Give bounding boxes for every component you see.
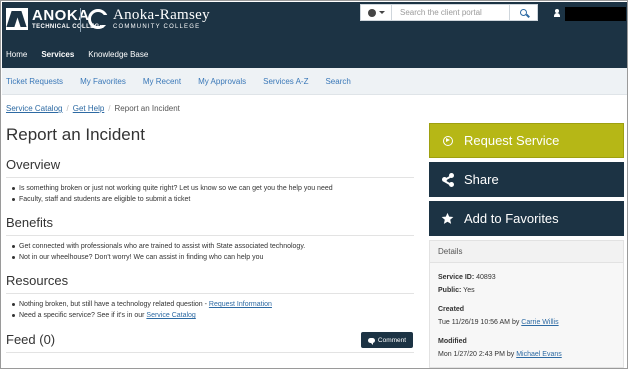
request-information-link[interactable]: Request Information bbox=[209, 301, 272, 308]
subnav-services-a-z[interactable]: Services A-Z bbox=[263, 77, 308, 86]
modified-date: Mon 1/27/20 2:43 PM by bbox=[438, 351, 517, 358]
service-id-label: Service ID: bbox=[438, 274, 475, 281]
breadcrumb: Service Catalog / Get Help / Report an I… bbox=[6, 104, 180, 113]
share-icon bbox=[442, 172, 454, 187]
resources-heading: Resources bbox=[6, 273, 69, 288]
benefits-heading: Benefits bbox=[6, 215, 53, 230]
page-title: Report an Incident bbox=[6, 125, 145, 144]
logo-divider bbox=[80, 8, 81, 32]
resource-text: Nothing broken, but still have a technol… bbox=[19, 301, 209, 308]
breadcrumb-separator: / bbox=[66, 104, 69, 113]
nav-knowledge-base[interactable]: Knowledge Base bbox=[88, 50, 148, 59]
list-item: Not in our wheelhouse? Don't worry! We c… bbox=[11, 252, 305, 263]
list-item: Need a specific service? See if it's in … bbox=[12, 310, 272, 321]
created-label-row: Created bbox=[438, 303, 615, 316]
search-input[interactable] bbox=[392, 5, 509, 20]
breadcrumb-separator: / bbox=[108, 104, 111, 113]
subnav-my-favorites[interactable]: My Favorites bbox=[80, 77, 126, 86]
created-label: Created bbox=[438, 306, 465, 313]
public-row: Public: Yes bbox=[438, 284, 615, 297]
service-id-value: 40893 bbox=[476, 274, 496, 281]
comment-label: Comment bbox=[377, 336, 407, 344]
arrow-circle-icon bbox=[443, 135, 453, 146]
page-frame: ANOKA TECHNICAL COLLEGE Anoka-Ramsey COM… bbox=[0, 0, 628, 369]
add-to-favorites-label: Add to Favorites bbox=[464, 211, 559, 226]
subnav-ticket-requests[interactable]: Ticket Requests bbox=[6, 77, 63, 86]
star-icon bbox=[441, 212, 454, 224]
created-row: Tue 11/26/19 10:56 AM by Carrie Willis bbox=[438, 316, 615, 329]
list-item: Is something broken or just not working … bbox=[12, 185, 333, 192]
logo-ar-name: Anoka-Ramsey bbox=[113, 7, 210, 23]
sub-nav: Ticket Requests My Favorites My Recent M… bbox=[2, 68, 627, 95]
add-to-favorites-button[interactable]: Add to Favorites bbox=[429, 201, 624, 236]
user-icon[interactable] bbox=[553, 9, 561, 17]
feed-heading: Feed (0) bbox=[6, 332, 56, 347]
subnav-search[interactable]: Search bbox=[325, 77, 350, 86]
public-value: Yes bbox=[463, 287, 475, 294]
comment-button[interactable]: Comment bbox=[361, 332, 413, 348]
benefits-divider bbox=[6, 235, 414, 236]
created-by-link[interactable]: Carrie Willis bbox=[521, 319, 558, 326]
list-item: Nothing broken, but still have a technol… bbox=[12, 299, 272, 310]
modified-by-link[interactable]: Michael Evans bbox=[516, 351, 562, 358]
breadcrumb-current: Report an Incident bbox=[114, 104, 180, 113]
details-panel: Details Service ID: 40893 Public: Yes Cr… bbox=[429, 240, 624, 368]
nav-services[interactable]: Services bbox=[41, 50, 74, 59]
request-service-button[interactable]: Request Service bbox=[429, 123, 624, 158]
user-name-redacted[interactable] bbox=[565, 7, 626, 21]
modified-label: Modified bbox=[438, 338, 467, 345]
public-label: Public: bbox=[438, 287, 462, 294]
main-nav: Home Services Knowledge Base bbox=[6, 50, 148, 59]
anoka-tech-mark-icon bbox=[6, 8, 28, 30]
modified-row: Mon 1/27/20 2:43 PM by Michael Evans bbox=[438, 348, 615, 361]
resources-list: Nothing broken, but still have a technol… bbox=[12, 299, 272, 321]
overview-divider bbox=[6, 177, 414, 178]
share-button[interactable]: Share bbox=[429, 162, 624, 197]
overview-list: Is something broken or just not working … bbox=[12, 183, 333, 205]
share-label: Share bbox=[464, 172, 499, 187]
anoka-ramsey-logo[interactable]: Anoka-Ramsey COMMUNITY COLLEGE bbox=[88, 8, 210, 30]
portal-search bbox=[360, 4, 538, 21]
subnav-my-recent[interactable]: My Recent bbox=[143, 77, 181, 86]
search-scope-dropdown[interactable] bbox=[361, 5, 392, 20]
benefits-list: Get connected with professionals who are… bbox=[11, 241, 306, 263]
service-id-row: Service ID: 40893 bbox=[438, 271, 615, 284]
breadcrumb-service-catalog[interactable]: Service Catalog bbox=[6, 104, 62, 113]
anoka-ramsey-mark-icon bbox=[88, 9, 108, 29]
overview-heading: Overview bbox=[6, 157, 61, 172]
request-service-label: Request Service bbox=[464, 133, 560, 148]
details-heading: Details bbox=[430, 241, 623, 263]
chevron-down-icon bbox=[378, 11, 385, 14]
list-item: Faculty, staff and students are eligible… bbox=[12, 194, 333, 205]
resource-text: Need a specific service? See if it's in … bbox=[19, 312, 147, 319]
list-item: Get connected with professionals who are… bbox=[11, 243, 306, 250]
search-icon bbox=[520, 9, 527, 16]
search-button[interactable] bbox=[509, 5, 537, 20]
created-date: Tue 11/26/19 10:56 AM by bbox=[438, 319, 522, 326]
breadcrumb-get-help[interactable]: Get Help bbox=[73, 104, 105, 113]
logo-ar-subtitle: COMMUNITY COLLEGE bbox=[113, 24, 201, 30]
resources-divider bbox=[6, 293, 414, 294]
feed-divider bbox=[6, 352, 414, 353]
top-banner: ANOKA TECHNICAL COLLEGE Anoka-Ramsey COM… bbox=[2, 2, 627, 68]
subnav-my-approvals[interactable]: My Approvals bbox=[198, 77, 246, 86]
globe-icon bbox=[367, 8, 376, 17]
nav-home[interactable]: Home bbox=[6, 50, 27, 59]
modified-label-row: Modified bbox=[438, 335, 615, 348]
service-catalog-link[interactable]: Service Catalog bbox=[146, 312, 195, 319]
comment-icon bbox=[367, 337, 375, 345]
